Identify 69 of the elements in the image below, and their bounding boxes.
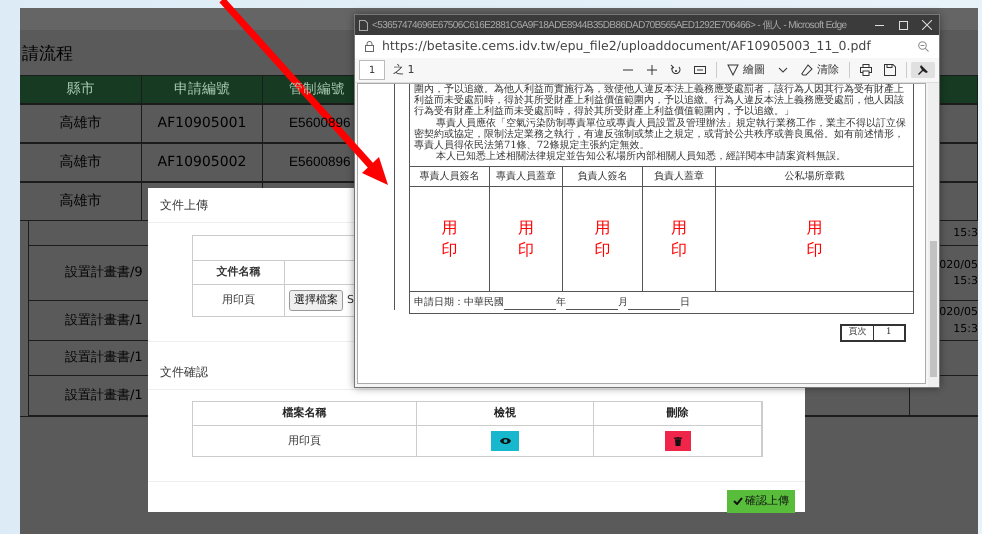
eraser-icon — [801, 64, 813, 76]
column-header: 負責人蓋章 — [643, 167, 716, 188]
page-number-field[interactable]: 1 — [359, 60, 385, 80]
check-icon — [733, 497, 743, 506]
draw-icon — [727, 64, 739, 76]
eye-icon — [500, 437, 510, 445]
paragraph: 圍內，予以追繳。為他人利益而實施行為，致使他人違反本法上義務應受處罰者，該行為人因其行為受有財產上利益而未受處罰時，得於其所受財產上利益價值範圍內，予以追繳。行為人違反本法上義務應受處罰，他人因該行為受有財產上利益而未受處罰時，得於其所受財產上利益價值範圍內，予以追繳。」 — [413, 84, 905, 118]
document-name: 設置計畫書/1 — [65, 386, 143, 405]
save-icon — [884, 64, 896, 76]
timestamp: 020/05 — [939, 304, 978, 320]
maximize-icon — [898, 20, 908, 30]
zoom-out-icon — [918, 41, 929, 52]
column-header: 負責人簽名 — [562, 167, 644, 188]
column-header: 刪除 — [594, 402, 762, 426]
window-title: <53657474696E67506C616E2881C6A9F18ADE8944B35DB86DAD70B565AED1292E706466> - 個人 - Microsoft Edge — [371, 18, 847, 32]
timestamp: 15:3 — [953, 273, 978, 289]
column-header: 縣市 — [66, 80, 94, 99]
date-unit: 月 — [618, 296, 628, 310]
trash-icon — [674, 436, 682, 446]
table-cell: 用印頁 — [193, 426, 417, 456]
timestamp: 020/05 — [939, 256, 978, 272]
document-icon — [359, 20, 368, 30]
table-cell-text: E5600896 — [289, 153, 351, 172]
page-value: 1 — [884, 326, 893, 339]
column-header: 公私場所章戳 — [716, 167, 913, 188]
table-cell-text: 高雄市 — [60, 114, 102, 133]
page-label: 頁次 — [842, 326, 874, 340]
rotate-icon — [670, 64, 682, 76]
column-header: 專責人員蓋章 — [490, 167, 563, 188]
timestamp: 15:3 — [953, 320, 978, 336]
table-cell-text: 高雄市 — [60, 153, 102, 172]
draw-button[interactable]: 繪圖 — [721, 60, 771, 80]
table-cell-text: AF10905002 — [158, 153, 246, 172]
column-header: 檢視 — [417, 402, 594, 426]
plus-icon — [646, 64, 658, 76]
column-header: 申請編號 — [174, 80, 230, 99]
column-header: 專責人員簽名 — [410, 167, 490, 188]
close-icon — [922, 20, 932, 30]
address-url: https://betasite.cems.idv.tw/epu_file2/uploaddocument/AF10905003_11_0.pdf — [382, 37, 872, 56]
table-cell: 用印頁 — [193, 285, 285, 316]
date-unit: 年 — [556, 296, 566, 310]
table-cell-text: AF10905001 — [158, 114, 246, 133]
timestamp: 15:3 — [953, 224, 978, 241]
file-status: S — [347, 292, 354, 308]
document-name: 設置計畫書/1 — [65, 349, 143, 368]
paragraph: 本人已知悉上述相關法律規定並告知公私場所內部相關人員知悉，經詳閱本申請案資料無誤。 — [435, 151, 847, 162]
view-button[interactable] — [491, 431, 519, 451]
lock-icon — [365, 41, 374, 52]
page-count: 之 1 — [393, 62, 414, 78]
stamp-mark: 用印 — [806, 217, 822, 262]
minimize-icon — [874, 24, 884, 26]
confirm-upload-button[interactable]: 確認上傳 — [727, 490, 795, 512]
document-name: 設置計畫書/9 — [65, 264, 143, 282]
date-label: 申請日期：中華民國 — [414, 296, 504, 310]
scrollbar[interactable] — [928, 83, 939, 387]
erase-button[interactable]: 清除 — [795, 60, 845, 80]
choose-file-button[interactable]: 選擇檔案 — [289, 290, 343, 311]
column-header: 檔案名稱 — [193, 402, 417, 426]
fit-width-icon — [694, 64, 706, 76]
pin-icon — [917, 64, 929, 76]
paragraph: 專責人員應依「空氣污染防制專責單位或專責人員設置及管理辦法」規定執行業務工作，業主不得以訂立保密契約或協定，限制法定業務之執行，有違反強制或禁止之規定，或背於公共秩序或善良風俗。如有前述情形，專責人員得依民法第71條、72條規定主張約定無效。 — [413, 118, 907, 152]
pin-button[interactable] — [911, 62, 935, 78]
table-cell-text: 高雄市 — [60, 192, 102, 211]
document-name: 設置計畫書/1 — [65, 312, 143, 330]
column-header: 文件名稱 — [193, 261, 285, 284]
delete-button[interactable] — [664, 431, 690, 451]
printer-icon — [860, 64, 872, 76]
date-unit: 日 — [680, 296, 690, 310]
page-title: 請流程 — [22, 43, 73, 66]
